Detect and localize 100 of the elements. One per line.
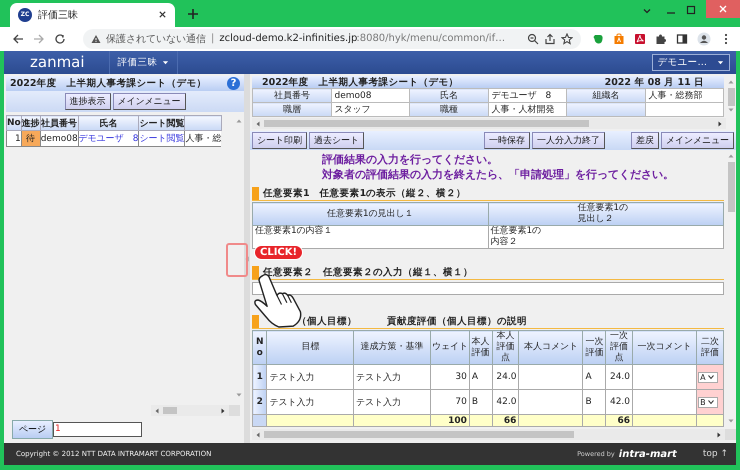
input-field[interactable] xyxy=(252,282,724,295)
column-header: 本人評価 xyxy=(469,330,492,364)
toolbar-button[interactable]: 一人分入力終了 xyxy=(532,132,605,149)
help-button[interactable]: ? xyxy=(227,77,240,90)
column-header: 氏名 xyxy=(78,116,139,130)
toolbar-button[interactable]: 差戻 xyxy=(631,132,659,149)
scrollbar-thumb[interactable] xyxy=(264,431,574,438)
sheet-date: 2022 年 08 月 11 日 xyxy=(604,76,704,88)
table-cell: A xyxy=(469,364,492,390)
separator: | xyxy=(211,33,214,44)
section-marker xyxy=(252,266,259,278)
scrollbar[interactable] xyxy=(151,405,229,416)
field-label: 職層 xyxy=(252,102,331,116)
scrollbar-corner xyxy=(725,429,736,440)
row-number: 1 xyxy=(252,364,267,390)
star-icon[interactable] xyxy=(561,32,573,45)
column-header: 本人評価点 xyxy=(492,330,519,364)
app-logo[interactable]: zanmai xyxy=(4,51,110,74)
down-arrow-icon xyxy=(728,418,734,424)
sidebar-icon[interactable] xyxy=(676,32,688,45)
panel-title: 2022年度 上半期人事考課シート（デモ） xyxy=(10,77,206,90)
back-arrow-icon[interactable] xyxy=(12,32,24,45)
column-header: 本人コメント xyxy=(518,330,583,364)
field-value: スタッフ xyxy=(331,102,410,116)
toolbar-button[interactable]: シート印刷 xyxy=(252,132,307,149)
url-path: :8080/hyk/menu/common/if… xyxy=(356,33,506,44)
field-label: 氏名 xyxy=(410,88,488,102)
address-field[interactable]: 保護されていない通信 | zcloud-demo.k2-infinities.jp:8080/hyk/menu/common/if… xyxy=(83,28,581,49)
url-host: zcloud-demo.k2-infinities.jp xyxy=(219,33,358,44)
user-dropdown[interactable]: デモユー… xyxy=(652,54,730,71)
down-arrow-icon xyxy=(236,392,242,398)
scrollbar[interactable] xyxy=(252,429,725,440)
column-header: 進捗 xyxy=(21,116,40,130)
shopping-bag-icon[interactable] xyxy=(613,32,625,45)
table-cell: demo08 xyxy=(40,130,78,146)
table-cell: 任意要素1の内容１ xyxy=(255,226,333,236)
page-field[interactable]: 1 xyxy=(53,422,142,437)
toolbar-button[interactable]: 過去シート xyxy=(309,132,364,149)
scrollbar[interactable] xyxy=(252,118,726,129)
forward-arrow-icon[interactable] xyxy=(33,32,45,45)
grade-select[interactable]: B xyxy=(698,396,718,408)
section-description: 貢献度評価（個人目標）の説明 xyxy=(387,314,527,328)
table-cell: 1 xyxy=(6,130,22,146)
column-header: 目標 xyxy=(266,330,354,364)
section-title: （個人目標） xyxy=(297,314,357,328)
toolbar-button[interactable]: メインメニュー xyxy=(661,132,734,149)
click-callout: CLICK! xyxy=(254,245,304,260)
table-cell: 42.0 xyxy=(606,390,633,414)
scrollbar-thumb[interactable] xyxy=(163,407,177,414)
down-arrow-icon xyxy=(728,107,734,113)
highlight-frame xyxy=(226,243,248,277)
menu-dropdown[interactable]: 評価三昧 xyxy=(110,51,178,74)
zoom-icon[interactable] xyxy=(527,32,539,45)
table-cell: B xyxy=(582,390,606,414)
column-header: シート閲覧 xyxy=(138,116,185,130)
table-cell: B xyxy=(469,390,492,414)
top-link[interactable]: top ↑ xyxy=(702,449,728,459)
toolbar-button[interactable]: 進捗表示 xyxy=(64,93,110,110)
toolbar-button[interactable]: メインメニュー xyxy=(112,93,186,110)
field-label: 社員番号 xyxy=(252,88,331,102)
instruction-text: 対象者の評価結果の入力を終えたら、「申請処理」を行ってください。 xyxy=(322,167,675,182)
right-arrow-icon xyxy=(716,432,722,438)
share-icon[interactable] xyxy=(544,32,556,45)
page-button[interactable]: ページ xyxy=(12,420,53,439)
profile-icon[interactable] xyxy=(697,32,711,46)
table-cell: 30 xyxy=(430,364,470,390)
section-title: 任意要素1 任意要素1の表示（縦２、横２） xyxy=(263,186,466,200)
column-header: 社員番号 xyxy=(40,116,78,130)
caret-icon xyxy=(162,59,169,66)
brand-logo: intra-mart xyxy=(618,448,677,460)
table-cell: テスト入力 xyxy=(266,364,354,390)
left-arrow-icon xyxy=(255,432,261,438)
left-arrow-icon xyxy=(154,408,160,414)
left-arrow-icon xyxy=(255,120,261,126)
scrollbar-thumb[interactable] xyxy=(264,120,589,127)
column-header: 任意要素1の見出し２ xyxy=(577,203,630,225)
pdf-icon[interactable] xyxy=(634,32,646,45)
column-header: No xyxy=(252,330,267,364)
scrollbar-thumb[interactable] xyxy=(728,162,734,212)
reload-icon[interactable] xyxy=(54,32,66,45)
field-value: 人事・人材開発 xyxy=(488,102,566,116)
scrollbar-thumb[interactable] xyxy=(728,88,734,106)
plus-icon[interactable] xyxy=(187,8,199,20)
grade-select[interactable]: A xyxy=(698,372,718,382)
section-marker xyxy=(252,186,259,200)
close-button[interactable] xyxy=(706,0,740,18)
splitter[interactable] xyxy=(244,74,250,443)
section-marker xyxy=(252,314,259,328)
warning-icon xyxy=(91,34,101,44)
toolbar-button[interactable]: 一時保存 xyxy=(484,132,530,149)
maximize-icon[interactable] xyxy=(686,5,696,15)
right-arrow-icon xyxy=(717,120,723,126)
column-header: ウェイト xyxy=(430,330,470,364)
table-cell: 42.0 xyxy=(492,390,519,414)
puzzle-icon[interactable] xyxy=(655,32,667,45)
field-value: デモユーザ 8 xyxy=(488,88,566,102)
table-cell-text: 任意要素1の内容２ xyxy=(490,226,542,248)
close-icon[interactable] xyxy=(158,10,167,20)
right-arrow-icon xyxy=(220,408,226,414)
instruction-text: 評価結果の入力を行ってください。 xyxy=(322,152,499,167)
